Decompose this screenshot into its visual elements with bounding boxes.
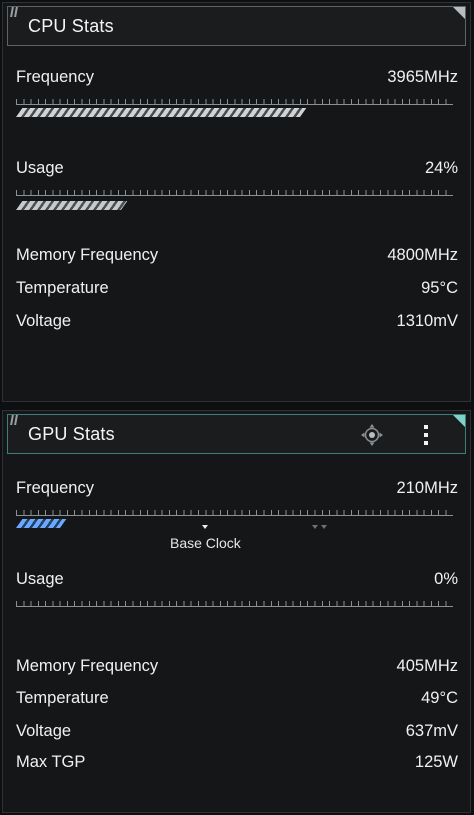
drag-grip-icon[interactable] xyxy=(10,7,20,19)
cpu-temperature-label: Temperature xyxy=(16,279,109,297)
cpu-stat-row: Memory Frequency 4800MHz xyxy=(16,246,458,268)
base-clock-marker xyxy=(202,525,208,529)
cpu-frequency-row: Frequency 3965MHz xyxy=(16,68,458,90)
cpu-stats-title: CPU Stats xyxy=(28,16,114,36)
gpu-frequency-value: 210MHz xyxy=(396,479,458,497)
gpu-stat-row: Temperature 49°C xyxy=(16,689,458,711)
cpu-voltage-value: 1310mV xyxy=(396,312,458,330)
base-clock-label: Base Clock xyxy=(170,535,241,551)
gpu-stats-header[interactable]: GPU Stats xyxy=(7,414,466,454)
cpu-memory-frequency-value: 4800MHz xyxy=(387,246,458,264)
gpu-temperature-value: 49°C xyxy=(421,689,458,707)
gpu-stat-row: Memory Frequency 405MHz xyxy=(16,657,458,679)
gpu-voltage-label: Voltage xyxy=(16,722,72,740)
gpu-max-tgp-value: 125W xyxy=(414,753,458,771)
gpu-memory-frequency-label: Memory Frequency xyxy=(16,657,159,675)
gpu-max-tgp-label: Max TGP xyxy=(16,753,86,771)
cpu-usage-label: Usage xyxy=(16,159,64,177)
more-vertical-icon[interactable] xyxy=(422,424,430,448)
cpu-stat-row: Voltage 1310mV xyxy=(16,312,458,334)
cpu-usage-row: Usage 24% xyxy=(16,159,458,181)
frequency-marker xyxy=(312,525,318,529)
gpu-memory-frequency-value: 405MHz xyxy=(396,657,458,675)
cpu-frequency-value: 3965MHz xyxy=(387,68,458,86)
cpu-voltage-label: Voltage xyxy=(16,312,72,330)
frequency-marker xyxy=(321,525,327,529)
cpu-frequency-label: Frequency xyxy=(16,68,94,86)
gpu-stats-title: GPU Stats xyxy=(28,424,115,444)
gpu-stat-row: Max TGP 125W xyxy=(16,753,458,775)
cpu-memory-frequency-label: Memory Frequency xyxy=(16,246,159,264)
gpu-stat-row: Voltage 637mV xyxy=(16,722,458,744)
cpu-temperature-value: 95°C xyxy=(421,279,458,297)
cpu-frequency-bar xyxy=(16,108,307,117)
gpu-usage-row: Usage 0% xyxy=(16,570,458,592)
drag-grip-icon[interactable] xyxy=(10,415,20,427)
cpu-usage-bar xyxy=(16,201,128,210)
gpu-usage-label: Usage xyxy=(16,570,64,588)
gpu-frequency-row: Frequency 210MHz xyxy=(16,479,458,501)
cpu-stats-header[interactable]: CPU Stats xyxy=(7,6,466,46)
corner-indicator-icon xyxy=(453,415,465,427)
gpu-frequency-bar xyxy=(16,519,67,528)
cpu-frequency-scale xyxy=(16,97,453,105)
gpu-voltage-value: 637mV xyxy=(405,722,458,740)
move-crosshair-icon[interactable] xyxy=(360,423,384,447)
gpu-usage-value: 0% xyxy=(434,570,458,588)
gpu-frequency-label: Frequency xyxy=(16,479,94,497)
cpu-usage-scale xyxy=(16,188,453,196)
cpu-usage-value: 24% xyxy=(424,159,458,177)
gpu-usage-scale xyxy=(16,599,453,607)
gpu-frequency-scale xyxy=(16,508,453,516)
gpu-temperature-label: Temperature xyxy=(16,689,109,707)
corner-indicator-icon xyxy=(453,7,465,19)
cpu-stat-row: Temperature 95°C xyxy=(16,279,458,301)
